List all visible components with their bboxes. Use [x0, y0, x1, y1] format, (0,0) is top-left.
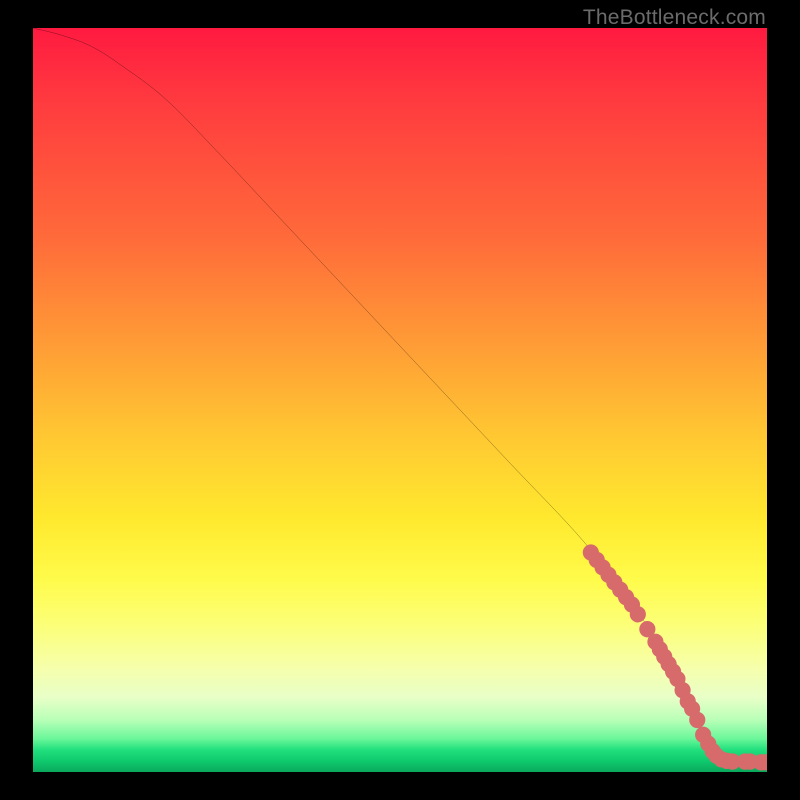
data-points — [583, 544, 767, 770]
data-point — [689, 712, 705, 728]
chart-svg — [33, 28, 767, 772]
plot-area — [33, 28, 767, 772]
watermark-text: TheBottleneck.com — [583, 6, 766, 30]
chart-frame: TheBottleneck.com — [0, 0, 800, 800]
data-point — [630, 606, 646, 622]
